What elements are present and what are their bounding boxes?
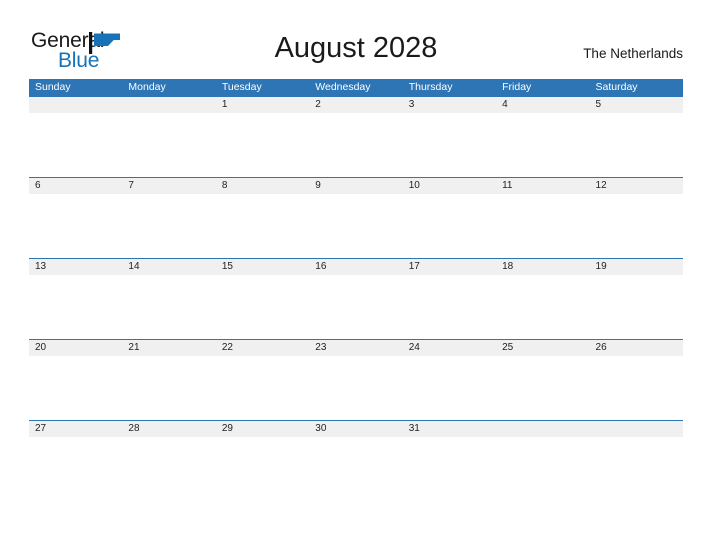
day-cell[interactable]: 31: [403, 421, 496, 437]
week-event-area[interactable]: [29, 113, 683, 176]
day-cell[interactable]: 30: [309, 421, 402, 437]
location-label: The Netherlands: [583, 46, 683, 61]
day-cell[interactable]: 17: [403, 259, 496, 275]
day-cell[interactable]: 4: [496, 97, 589, 113]
day-cell[interactable]: [122, 97, 215, 113]
day-cell[interactable]: 18: [496, 259, 589, 275]
day-cell[interactable]: [590, 421, 683, 437]
day-cell[interactable]: 22: [216, 340, 309, 356]
week-date-band: 27 28 29 30 31: [29, 421, 683, 437]
week-date-band: 20 21 22 23 24 25 26: [29, 340, 683, 356]
day-cell[interactable]: 13: [29, 259, 122, 275]
day-cell[interactable]: [496, 421, 589, 437]
day-cell[interactable]: 20: [29, 340, 122, 356]
week-event-area[interactable]: [29, 275, 683, 338]
day-cell[interactable]: 29: [216, 421, 309, 437]
week-event-area[interactable]: [29, 356, 683, 419]
week-date-band: 6 7 8 9 10 11 12: [29, 178, 683, 194]
weekday-header-tuesday: Tuesday: [221, 81, 262, 93]
week-row: 1 2 3 4 5: [29, 96, 683, 177]
day-cell[interactable]: 5: [590, 97, 683, 113]
weekday-header-row: Sunday Monday Tuesday Wednesday Thursday…: [29, 79, 683, 96]
calendar-grid: Sunday Monday Tuesday Wednesday Thursday…: [29, 79, 683, 501]
day-cell[interactable]: 8: [216, 178, 309, 194]
day-cell[interactable]: 12: [590, 178, 683, 194]
weekday-header-thursday: Thursday: [408, 81, 453, 93]
day-cell[interactable]: 24: [403, 340, 496, 356]
day-cell[interactable]: 3: [403, 97, 496, 113]
week-row: 6 7 8 9 10 11 12: [29, 177, 683, 258]
day-cell[interactable]: [29, 97, 122, 113]
day-cell[interactable]: 27: [29, 421, 122, 437]
week-date-band: 1 2 3 4 5: [29, 97, 683, 113]
week-row: 13 14 15 16 17 18 19: [29, 258, 683, 339]
day-cell[interactable]: 16: [309, 259, 402, 275]
day-cell[interactable]: 26: [590, 340, 683, 356]
day-cell[interactable]: 28: [122, 421, 215, 437]
day-cell[interactable]: 25: [496, 340, 589, 356]
weekday-header-monday: Monday: [128, 81, 166, 93]
day-cell[interactable]: 10: [403, 178, 496, 194]
page-header: General Blue August 2028 The Netherlands: [0, 0, 712, 78]
week-date-band: 13 14 15 16 17 18 19: [29, 259, 683, 275]
weekday-header-sunday: Sunday: [35, 81, 71, 93]
day-cell[interactable]: 14: [122, 259, 215, 275]
week-event-area[interactable]: [29, 194, 683, 257]
week-row: 27 28 29 30 31: [29, 420, 683, 501]
day-cell[interactable]: 2: [309, 97, 402, 113]
weekday-header-friday: Friday: [502, 81, 532, 93]
day-cell[interactable]: 23: [309, 340, 402, 356]
week-event-area[interactable]: [29, 437, 683, 500]
weekday-header-wednesday: Wednesday: [315, 81, 371, 93]
day-cell[interactable]: 1: [216, 97, 309, 113]
week-row: 20 21 22 23 24 25 26: [29, 339, 683, 420]
day-cell[interactable]: 15: [216, 259, 309, 275]
day-cell[interactable]: 19: [590, 259, 683, 275]
day-cell[interactable]: 9: [309, 178, 402, 194]
day-cell[interactable]: 21: [122, 340, 215, 356]
day-cell[interactable]: 7: [122, 178, 215, 194]
day-cell[interactable]: 6: [29, 178, 122, 194]
weekday-header-saturday: Saturday: [595, 81, 638, 93]
day-cell[interactable]: 11: [496, 178, 589, 194]
